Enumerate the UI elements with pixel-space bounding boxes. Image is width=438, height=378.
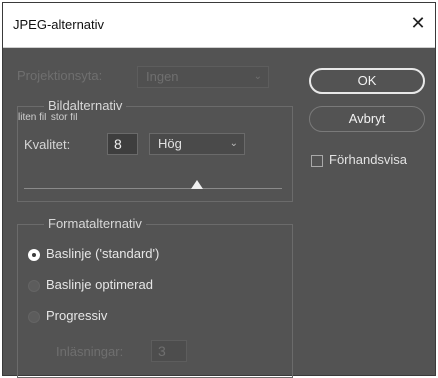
quality-label: Kvalitet: <box>24 137 71 152</box>
chevron-down-icon: ⌄ <box>229 138 238 149</box>
scans-value: 3 <box>158 343 166 359</box>
radio-progressive[interactable] <box>28 311 40 323</box>
preview-checkbox[interactable] <box>311 155 323 167</box>
projection-value: Ingen <box>146 69 179 84</box>
image-options-group: Bildalternativ Kvalitet: 8 Hög ⌄ liten f… <box>17 98 293 202</box>
quality-input[interactable]: 8 <box>107 133 138 155</box>
scans-label: Inläsningar: <box>56 344 124 359</box>
radio-baseline-optimized[interactable] <box>28 280 40 292</box>
dialog-body: Projektionsyta: Ingen ⌄ Bildalternativ K… <box>3 48 435 378</box>
option-baseline-optimized-label[interactable]: Baslinje optimerad <box>46 277 153 292</box>
small-file-label: liten fil <box>18 112 47 123</box>
preview-label[interactable]: Förhandsvisa <box>329 152 407 167</box>
dialog-title: JPEG-alternativ <box>13 17 105 32</box>
option-baseline-standard-label[interactable]: Baslinje ('standard') <box>46 246 159 261</box>
ok-button[interactable]: OK <box>309 68 425 94</box>
option-progressive-label[interactable]: Progressiv <box>46 308 107 323</box>
close-icon[interactable]: ✕ <box>407 12 429 34</box>
quality-level-dropdown[interactable]: Hög ⌄ <box>149 133 245 155</box>
quality-slider-thumb[interactable] <box>190 180 203 189</box>
radio-baseline-standard[interactable] <box>28 249 40 261</box>
title-bar: JPEG-alternativ ✕ <box>3 3 435 48</box>
projection-label: Projektionsyta: <box>17 68 103 83</box>
ok-label: OK <box>357 73 377 88</box>
cancel-button[interactable]: Avbryt <box>309 106 425 132</box>
quality-value: 8 <box>114 136 122 152</box>
projection-dropdown[interactable]: Ingen ⌄ <box>137 66 269 88</box>
chevron-down-icon: ⌄ <box>253 71 262 82</box>
quality-level-value: Hög <box>158 136 182 151</box>
cancel-label: Avbryt <box>348 111 386 126</box>
format-options-legend: Formatalternativ <box>44 216 146 231</box>
image-options-legend: Bildalternativ <box>44 98 127 113</box>
large-file-label: stor fil <box>50 112 78 123</box>
jpeg-options-dialog: JPEG-alternativ ✕ Projektionsyta: Ingen … <box>2 2 436 378</box>
quality-slider-track[interactable] <box>24 188 282 189</box>
scans-dropdown[interactable]: 3 <box>151 340 187 362</box>
format-options-group: Formatalternativ Baslinje ('standard') B… <box>17 216 293 378</box>
